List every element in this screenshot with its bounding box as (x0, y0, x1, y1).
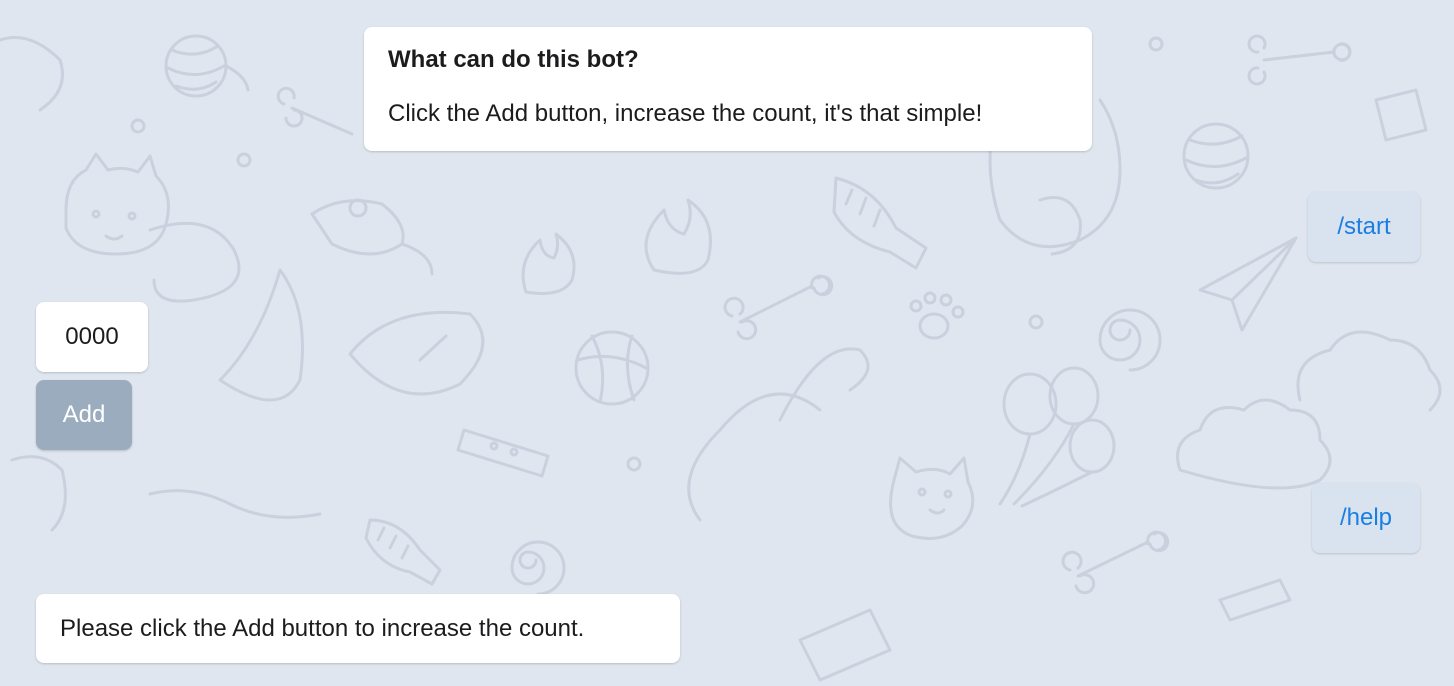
chat-window: What can do this bot? Click the Add butt… (0, 0, 1454, 686)
start-command-message[interactable]: /start (1308, 192, 1420, 262)
help-command-message[interactable]: /help (1312, 483, 1420, 553)
bot-intro-title: What can do this bot? (388, 46, 639, 73)
count-display-message: 0000 (36, 302, 148, 372)
bot-intro-message: What can do this bot? Click the Add butt… (364, 27, 1092, 151)
bot-prompt-text: Please click the Add button to increase … (60, 615, 585, 642)
bot-prompt-message: Please click the Add button to increase … (36, 594, 680, 663)
help-command-text[interactable]: /help (1340, 504, 1392, 531)
start-command-text[interactable]: /start (1337, 213, 1390, 240)
add-button[interactable]: Add (36, 380, 132, 450)
bot-intro-body: Click the Add button, increase the count… (388, 100, 983, 127)
count-value: 0000 (65, 323, 119, 350)
